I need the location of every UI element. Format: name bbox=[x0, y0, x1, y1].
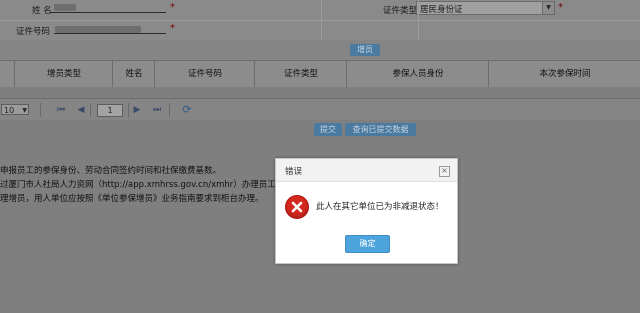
column-divider bbox=[418, 0, 419, 40]
chevron-down-icon: ▼ bbox=[22, 107, 27, 114]
id-type-required-mark: * bbox=[558, 2, 563, 13]
column-header[interactable]: 参保人员身份 bbox=[346, 61, 489, 87]
pager: 10 ▼ ⏮ ◀ 1 ▶ ⏭ ⟳ bbox=[0, 98, 640, 122]
dialog-header: 错误 × bbox=[276, 159, 457, 182]
page-number-input[interactable]: 1 bbox=[97, 104, 123, 117]
name-value-redacted bbox=[54, 4, 76, 11]
pager-divider bbox=[128, 103, 129, 117]
action-bar: 提交 查询已提交数据 bbox=[0, 120, 640, 142]
id-number-label: 证件号码 bbox=[16, 27, 51, 37]
error-dialog: 错误 × 此人在其它单位已为非减退状态！ 确定 bbox=[275, 158, 458, 264]
chevron-down-icon[interactable]: ▼ bbox=[542, 2, 554, 14]
id-type-value: 居民身份证 bbox=[420, 5, 463, 15]
note-line: 过厦门市人社局人力资网（http://app.xmhrss.gov.cn/xmh… bbox=[0, 180, 285, 190]
dialog-message: 此人在其它单位已为非减退状态！ bbox=[316, 202, 444, 212]
note-line: 理增员，用人单位应按照《单位参保增员》业务指南要求到柜台办理。 bbox=[0, 194, 264, 204]
page-size-value: 10 bbox=[4, 106, 15, 115]
form-row-2: 证件号码 * bbox=[0, 20, 640, 41]
grid-body bbox=[0, 87, 640, 97]
add-member-button[interactable]: 增员 bbox=[350, 44, 380, 56]
column-divider bbox=[321, 0, 322, 40]
submit-button[interactable]: 提交 bbox=[314, 123, 342, 136]
ok-button[interactable]: 确定 bbox=[345, 235, 390, 253]
form-row-1: 姓 名 * 证件类型 居民身份证 ▼ * bbox=[0, 0, 640, 21]
column-header[interactable]: 证件类型 bbox=[254, 61, 347, 87]
pager-divider bbox=[40, 103, 41, 117]
close-icon[interactable]: × bbox=[439, 166, 450, 177]
prev-page-icon[interactable]: ◀ bbox=[75, 104, 87, 116]
id-type-select[interactable]: 居民身份证 ▼ bbox=[416, 1, 555, 15]
column-header[interactable]: 增员类型 bbox=[14, 61, 113, 87]
refresh-icon[interactable]: ⟳ bbox=[181, 104, 193, 116]
id-number-value-redacted bbox=[55, 26, 141, 33]
notes-text: 申报员工的参保身份、劳动合同签约时间和社保缴费基数。 过厦门市人社局人力资网（h… bbox=[0, 164, 300, 206]
column-header[interactable]: 本次参保时间 bbox=[488, 61, 640, 87]
last-page-icon[interactable]: ⏭ bbox=[151, 104, 163, 116]
name-required-mark: * bbox=[170, 2, 175, 13]
pager-divider bbox=[169, 103, 170, 117]
query-submitted-button[interactable]: 查询已提交数据 bbox=[345, 123, 416, 136]
member-form: 姓 名 * 证件类型 居民身份证 ▼ * 证件号码 * bbox=[0, 0, 640, 41]
column-header[interactable]: 姓名 bbox=[112, 61, 155, 87]
id-type-label: 证件类型 bbox=[383, 6, 418, 16]
dialog-title: 错误 bbox=[285, 167, 303, 177]
page-size-select[interactable]: 10 ▼ bbox=[1, 104, 29, 115]
column-header[interactable]: 证件号码 bbox=[154, 61, 255, 87]
grid-header: 增员类型 姓名 证件号码 证件类型 参保人员身份 本次参保时间 bbox=[0, 60, 640, 88]
next-page-icon[interactable]: ▶ bbox=[131, 104, 143, 116]
id-number-required-mark: * bbox=[170, 23, 175, 34]
section-bar: 增员 bbox=[0, 40, 640, 60]
note-line: 申报员工的参保身份、劳动合同签约时间和社保缴费基数。 bbox=[0, 166, 222, 176]
pager-divider bbox=[90, 103, 91, 117]
error-x-icon bbox=[285, 195, 309, 219]
name-label: 姓 名 bbox=[32, 6, 52, 16]
first-page-icon[interactable]: ⏮ bbox=[55, 104, 67, 116]
